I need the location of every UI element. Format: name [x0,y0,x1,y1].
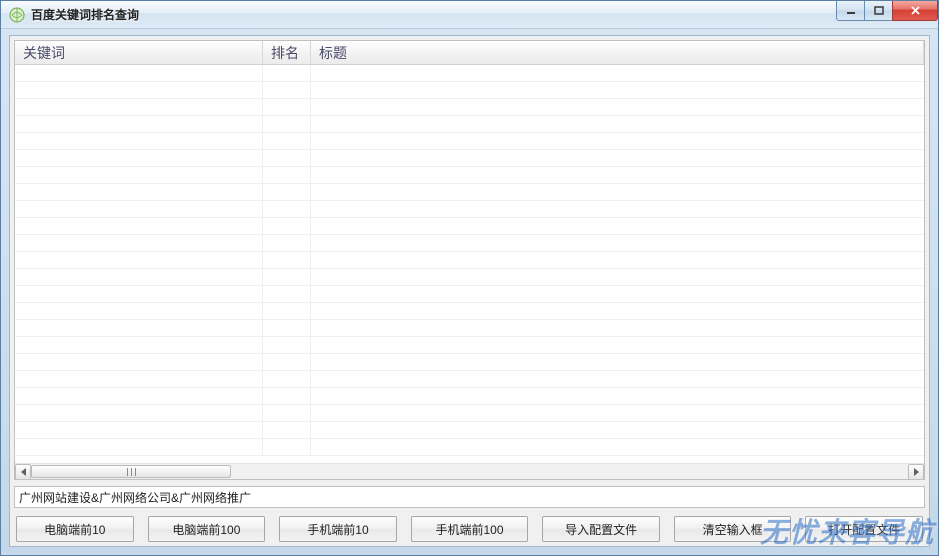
table-row [15,439,924,456]
scroll-left-button[interactable] [15,464,31,479]
table-row [15,201,924,218]
table-row [15,150,924,167]
column-header-keyword[interactable]: 关键词 [15,41,263,64]
table-row [15,269,924,286]
maximize-icon [874,6,884,15]
table-row [15,388,924,405]
scrollbar-thumb[interactable] [31,465,231,478]
button-row: 电脑端前10 电脑端前100 手机端前10 手机端前100 导入配置文件 清空输… [14,516,925,542]
window-title: 百度关键词排名查询 [31,6,139,23]
table-row [15,337,924,354]
minimize-icon [846,7,856,15]
table-row [15,303,924,320]
close-button[interactable] [892,1,938,21]
table-row [15,184,924,201]
minimize-button[interactable] [836,1,865,21]
clear-input-button[interactable]: 清空输入框 [674,516,792,542]
scrollbar-track[interactable] [31,464,908,479]
table-row [15,167,924,184]
table-row [15,235,924,252]
table-row [15,133,924,150]
table-row [15,422,924,439]
app-window: 百度关键词排名查询 关键词 排名 标题 [0,0,939,556]
column-header-title[interactable]: 标题 [311,41,924,64]
mobile-top100-button[interactable]: 手机端前100 [411,516,529,542]
chevron-left-icon [21,468,26,476]
close-icon [910,6,921,15]
table-body [15,65,924,479]
app-icon [9,7,25,23]
pc-top10-button[interactable]: 电脑端前10 [16,516,134,542]
table-header: 关键词 排名 标题 [15,41,924,65]
table-row [15,354,924,371]
open-config-button[interactable]: 打开配置文件 [805,516,923,542]
table-row [15,82,924,99]
table-row [15,371,924,388]
import-config-button[interactable]: 导入配置文件 [542,516,660,542]
table-row [15,116,924,133]
grip-icon [127,468,136,476]
scroll-right-button[interactable] [908,464,924,479]
client-area: 关键词 排名 标题 [9,35,930,547]
pc-top100-button[interactable]: 电脑端前100 [148,516,266,542]
column-header-rank[interactable]: 排名 [263,41,311,64]
keywords-input-wrap [14,486,925,508]
chevron-right-icon [914,468,919,476]
table-row [15,252,924,269]
mobile-top10-button[interactable]: 手机端前10 [279,516,397,542]
maximize-button[interactable] [864,1,893,21]
titlebar[interactable]: 百度关键词排名查询 [1,1,938,29]
keywords-input[interactable] [19,490,920,504]
table-row [15,405,924,422]
table-row [15,320,924,337]
table-row [15,65,924,82]
table-row [15,99,924,116]
window-controls [837,1,938,21]
table-row [15,286,924,303]
table-row [15,218,924,235]
results-table: 关键词 排名 标题 [14,40,925,480]
horizontal-scrollbar[interactable] [15,463,924,479]
table-rows-viewport [15,65,924,463]
